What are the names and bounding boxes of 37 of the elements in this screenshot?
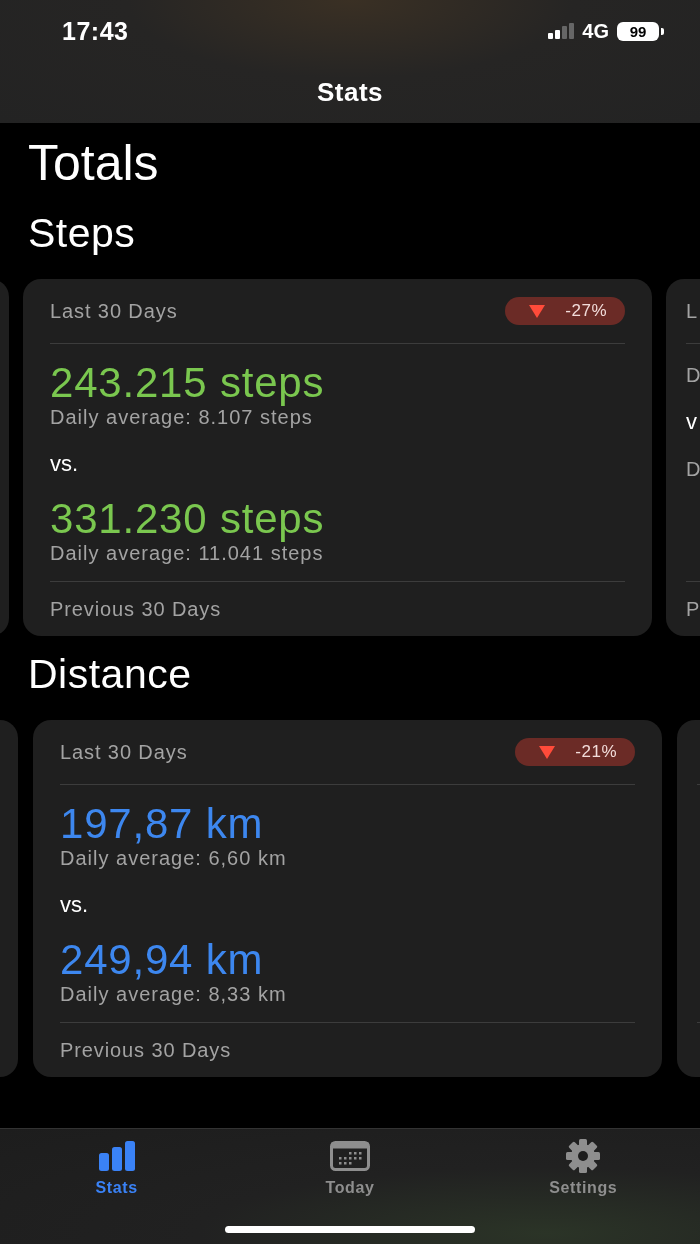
settings-icon: [566, 1139, 601, 1173]
daily-average: Daily average: 11.041 steps: [50, 542, 325, 566]
signal-icon: [548, 23, 575, 39]
section-title: Steps: [28, 209, 137, 257]
period-label: L: [686, 299, 699, 323]
total-value: 331.230 steps: [50, 498, 326, 540]
page-title: Totals: [28, 134, 160, 193]
status-time: 17:43: [62, 16, 129, 46]
bar-chart-icon: [98, 1139, 135, 1173]
period-label: Last 30 Days: [50, 299, 178, 323]
down-triangle-icon: [529, 304, 546, 318]
daily-average: Daily average: 8,33 km: [60, 982, 288, 1007]
period-label: P: [686, 597, 700, 621]
total-value: 197,87 km: [60, 803, 265, 845]
down-triangle-icon: [539, 745, 556, 759]
daily-average: D: [686, 363, 700, 388]
daily-average: Daily average: 6,60 km: [60, 846, 288, 871]
total-value: 249,94 km: [60, 939, 265, 981]
total-value: 243.215 steps: [50, 362, 326, 404]
battery-level: 99: [629, 22, 647, 40]
versus-label: vs.: [60, 892, 90, 918]
tab-item[interactable]: Settings: [513, 1139, 654, 1197]
tab-item[interactable]: Today: [280, 1139, 420, 1197]
calendar-icon: [330, 1139, 370, 1173]
daily-average: D: [686, 457, 700, 482]
daily-average: Daily average: 8.107 steps: [50, 406, 314, 430]
section-title: Distance: [28, 650, 193, 698]
change-percent: -21%: [575, 742, 617, 762]
change-percent: -27%: [565, 301, 607, 321]
versus-label: vs.: [50, 451, 80, 477]
versus-label: v: [686, 409, 698, 435]
tab-item[interactable]: Stats: [46, 1139, 187, 1197]
nav-title: Stats: [315, 76, 385, 109]
period-label: Previous 30 Days: [50, 597, 222, 621]
period-label: Previous 30 Days: [60, 1038, 232, 1062]
network-label: 4G: [582, 19, 609, 43]
period-label: Last 30 Days: [60, 740, 188, 764]
